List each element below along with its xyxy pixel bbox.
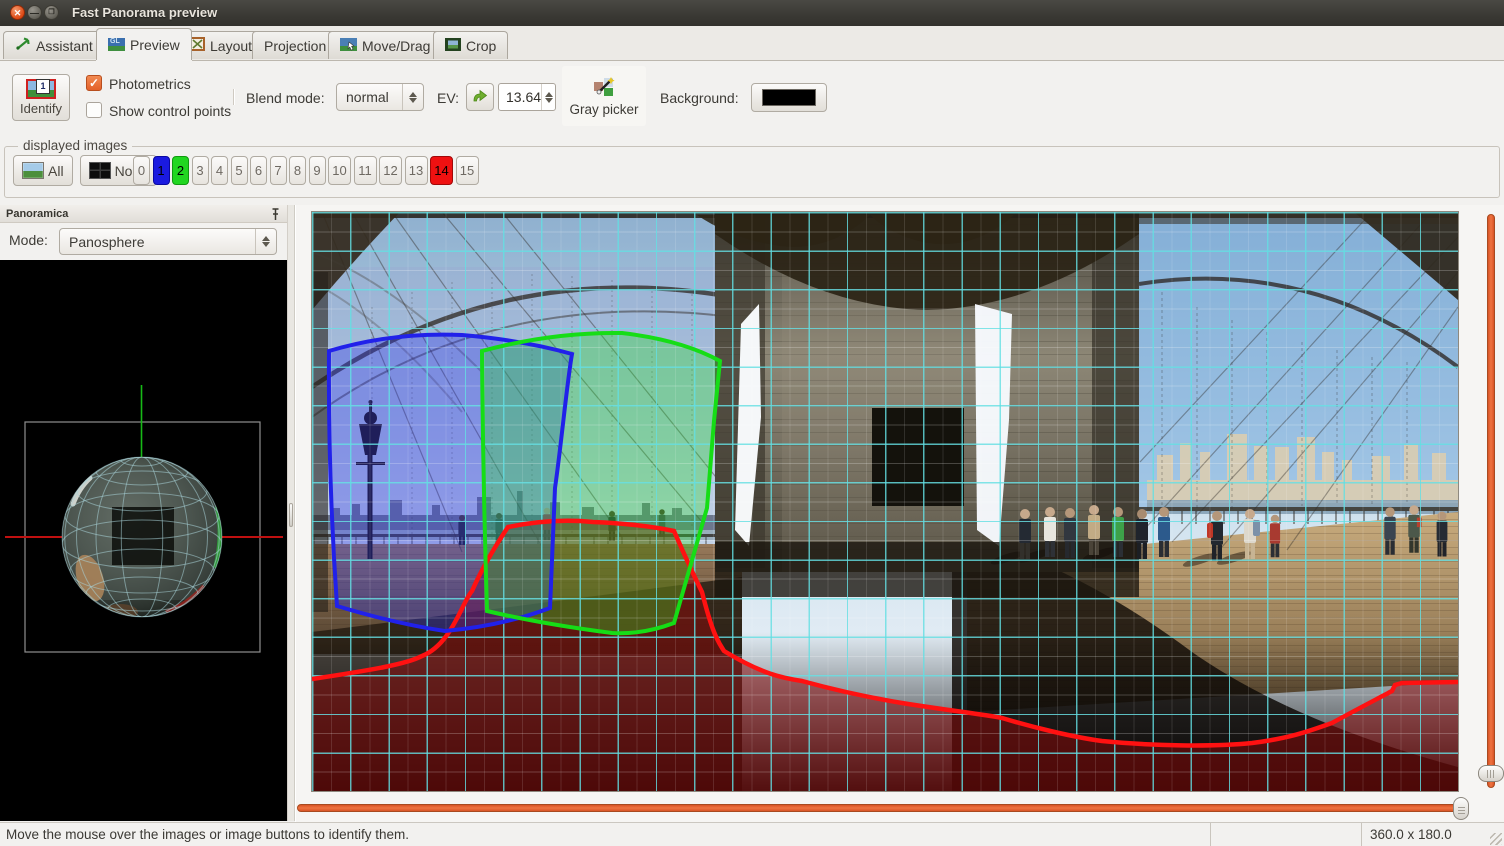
mode-row: Mode: Panosphere <box>0 223 287 260</box>
green-redo-arrow-icon <box>471 88 489 104</box>
image-toggle-5[interactable]: 5 <box>231 156 248 185</box>
splitter-grip[interactable] <box>289 503 293 527</box>
image-toggle-7[interactable]: 7 <box>270 156 287 185</box>
tab-crop[interactable]: Crop <box>433 31 508 59</box>
displayed-images-legend: displayed images <box>18 138 132 153</box>
minimize-icon[interactable]: — <box>27 5 42 20</box>
title-bar: ✕ — ❒ Fast Panorama preview <box>0 0 1504 27</box>
gl-preview-icon: GL <box>108 38 125 51</box>
show-all-button[interactable]: All <box>13 155 73 186</box>
background-color-button[interactable] <box>751 83 827 112</box>
tab-preview[interactable]: GL Preview <box>96 28 192 60</box>
tab-label: Move/Drag <box>362 38 430 54</box>
tab-projection[interactable]: Projection <box>252 31 338 59</box>
resize-grip[interactable] <box>1490 833 1502 845</box>
photometrics-checkbox[interactable]: ✓ <box>86 75 102 91</box>
ev-label: EV: <box>437 90 459 106</box>
show-control-points-checkbox[interactable] <box>86 102 102 118</box>
all-images-icon <box>22 162 44 179</box>
gray-picker-icon <box>592 75 616 99</box>
show-control-points-label: Show control points <box>109 103 231 119</box>
identify-icon: 1 <box>26 79 56 99</box>
mode-select[interactable]: Panosphere <box>59 228 277 255</box>
blend-mode-label: Blend mode: <box>246 90 325 106</box>
close-icon[interactable]: ✕ <box>10 5 25 20</box>
background-swatch <box>762 89 816 106</box>
spinner-arrows-icon[interactable] <box>541 84 555 110</box>
image-toggle-14[interactable]: 14 <box>430 156 453 185</box>
image-toggle-3[interactable]: 3 <box>192 156 209 185</box>
chevron-updown-icon <box>402 84 423 110</box>
identify-button[interactable]: 1 Identify <box>12 74 70 121</box>
move-drag-icon <box>340 38 357 54</box>
layout-icon <box>190 37 205 54</box>
panosphere-canvas[interactable] <box>0 260 287 821</box>
tab-label: Projection <box>264 38 326 54</box>
fast-panorama-preview-window: ✕ — ❒ Fast Panorama preview Assistant GL… <box>0 0 1504 846</box>
image-toggle-10[interactable]: 10 <box>328 156 351 185</box>
tab-label: Preview <box>130 37 180 53</box>
status-cell-empty <box>1211 823 1362 846</box>
window-title: Fast Panorama preview <box>72 0 217 26</box>
tab-move-drag[interactable]: Move/Drag <box>328 31 442 59</box>
ev-reset-button[interactable] <box>466 83 494 111</box>
vertical-pan-slider-handle[interactable] <box>1478 765 1504 782</box>
panorama-preview-canvas[interactable] <box>311 211 1459 792</box>
horizontal-pan-slider[interactable] <box>297 804 1459 812</box>
tab-label: Layout <box>210 38 252 54</box>
tab-assistant[interactable]: Assistant <box>3 31 105 59</box>
image-toggle-12[interactable]: 12 <box>379 156 402 185</box>
image-toggle-11[interactable]: 11 <box>354 156 377 185</box>
image-toggle-4[interactable]: 4 <box>211 156 228 185</box>
gray-picker-button[interactable]: Gray picker <box>562 66 646 126</box>
tab-label: Assistant <box>36 38 93 54</box>
image-toggle-6[interactable]: 6 <box>250 156 267 185</box>
maximize-icon[interactable]: ❒ <box>44 5 59 20</box>
preview-photo <box>312 212 1458 791</box>
photometrics-label: Photometrics <box>109 76 191 92</box>
tab-bar: Assistant GL Preview Layout Projection M… <box>0 26 1504 61</box>
crop-icon <box>445 38 461 54</box>
background-label: Background: <box>660 90 739 106</box>
mode-label: Mode: <box>9 232 48 248</box>
image-toggle-row: 0 1 2 3 4 5 6 7 8 9 10 11 12 13 14 15 <box>133 156 479 185</box>
assistant-icon <box>15 37 31 54</box>
ev-value-spinner[interactable]: 13.64 <box>498 83 556 111</box>
preview-pane <box>295 205 1504 822</box>
image-toggle-13[interactable]: 13 <box>405 156 428 185</box>
chevron-updown-icon <box>255 229 276 254</box>
horizontal-pan-slider-handle[interactable] <box>1453 797 1469 820</box>
pano-size-field: 360.0 x 180.0 <box>1362 823 1504 846</box>
tab-label: Crop <box>466 38 496 54</box>
vertical-pan-slider[interactable] <box>1487 214 1495 788</box>
image-toggle-2[interactable]: 2 <box>172 156 189 185</box>
status-message: Move the mouse over the images or image … <box>0 823 1211 846</box>
panel-splitter[interactable] <box>287 205 295 821</box>
toolbar-separator <box>233 89 235 105</box>
image-toggle-9[interactable]: 9 <box>309 156 326 185</box>
image-toggle-0[interactable]: 0 <box>133 156 150 185</box>
image-toggle-1[interactable]: 1 <box>153 156 170 185</box>
image-toggle-8[interactable]: 8 <box>289 156 306 185</box>
panosphere-rendering <box>0 260 287 821</box>
image-toggle-15[interactable]: 15 <box>456 156 479 185</box>
no-images-icon <box>89 162 111 179</box>
panoramica-panel-header[interactable]: Panoramica <box>0 205 287 223</box>
blend-mode-select[interactable]: normal <box>336 83 424 111</box>
status-bar: Move the mouse over the images or image … <box>0 822 1504 846</box>
